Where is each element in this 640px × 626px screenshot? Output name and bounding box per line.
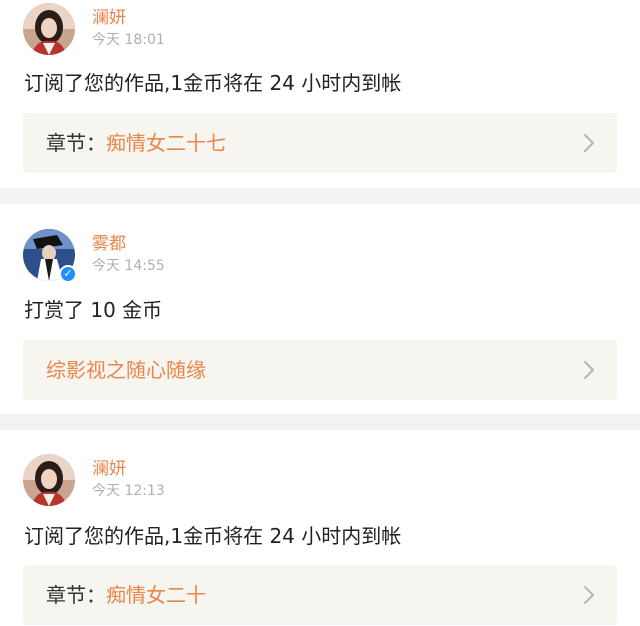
user-avatar-icon[interactable] xyxy=(23,454,75,506)
chapter-link-text: 章节：痴情女二十七 xyxy=(46,131,226,155)
notification-feed: 澜妍 今天 18:01 订阅了您的作品,1金币将在 24 小时内到帐 章节：痴情… xyxy=(0,0,640,626)
chapter-link-text: 章节：痴情女二十 xyxy=(46,583,206,607)
notification-card: 澜妍 今天 12:13 订阅了您的作品,1金币将在 24 小时内到帐 章节：痴情… xyxy=(0,430,640,626)
verified-badge-icon: ✓ xyxy=(59,265,77,283)
chapter-link[interactable]: 章节：痴情女二十七 xyxy=(23,113,617,173)
chapter-label: 章节： xyxy=(46,131,106,155)
work-link-text: 综影视之随心随缘 xyxy=(46,358,206,382)
chapter-title: 痴情女二十七 xyxy=(106,131,226,155)
timestamp: 今天 12:13 xyxy=(92,483,165,499)
chapter-link[interactable]: 章节：痴情女二十 xyxy=(23,565,617,625)
user-avatar-icon[interactable] xyxy=(23,3,75,55)
username[interactable]: 澜妍 xyxy=(92,459,126,479)
chevron-right-icon xyxy=(584,361,594,379)
work-title: 综影视之随心随缘 xyxy=(46,358,206,382)
avatar-image xyxy=(23,3,75,55)
username[interactable]: 澜妍 xyxy=(92,8,126,28)
timestamp: 今天 14:55 xyxy=(92,258,165,274)
work-link[interactable]: 综影视之随心随缘 xyxy=(23,340,617,400)
notification-message: 订阅了您的作品,1金币将在 24 小时内到帐 xyxy=(24,524,402,548)
chevron-right-icon xyxy=(584,134,594,152)
chapter-title: 痴情女二十 xyxy=(106,583,206,607)
username[interactable]: 雾都 xyxy=(92,234,126,254)
user-avatar-icon[interactable]: ✓ xyxy=(23,229,77,283)
timestamp: 今天 18:01 xyxy=(92,32,165,48)
chevron-right-icon xyxy=(584,586,594,604)
notification-message: 打赏了 10 金币 xyxy=(24,298,163,322)
chapter-label: 章节： xyxy=(46,583,106,607)
notification-card: 澜妍 今天 18:01 订阅了您的作品,1金币将在 24 小时内到帐 章节：痴情… xyxy=(0,0,640,188)
notification-message: 订阅了您的作品,1金币将在 24 小时内到帐 xyxy=(24,71,402,95)
avatar-image xyxy=(23,454,75,506)
notification-card: ✓ 雾都 今天 14:55 打赏了 10 金币 综影视之随心随缘 xyxy=(0,204,640,414)
